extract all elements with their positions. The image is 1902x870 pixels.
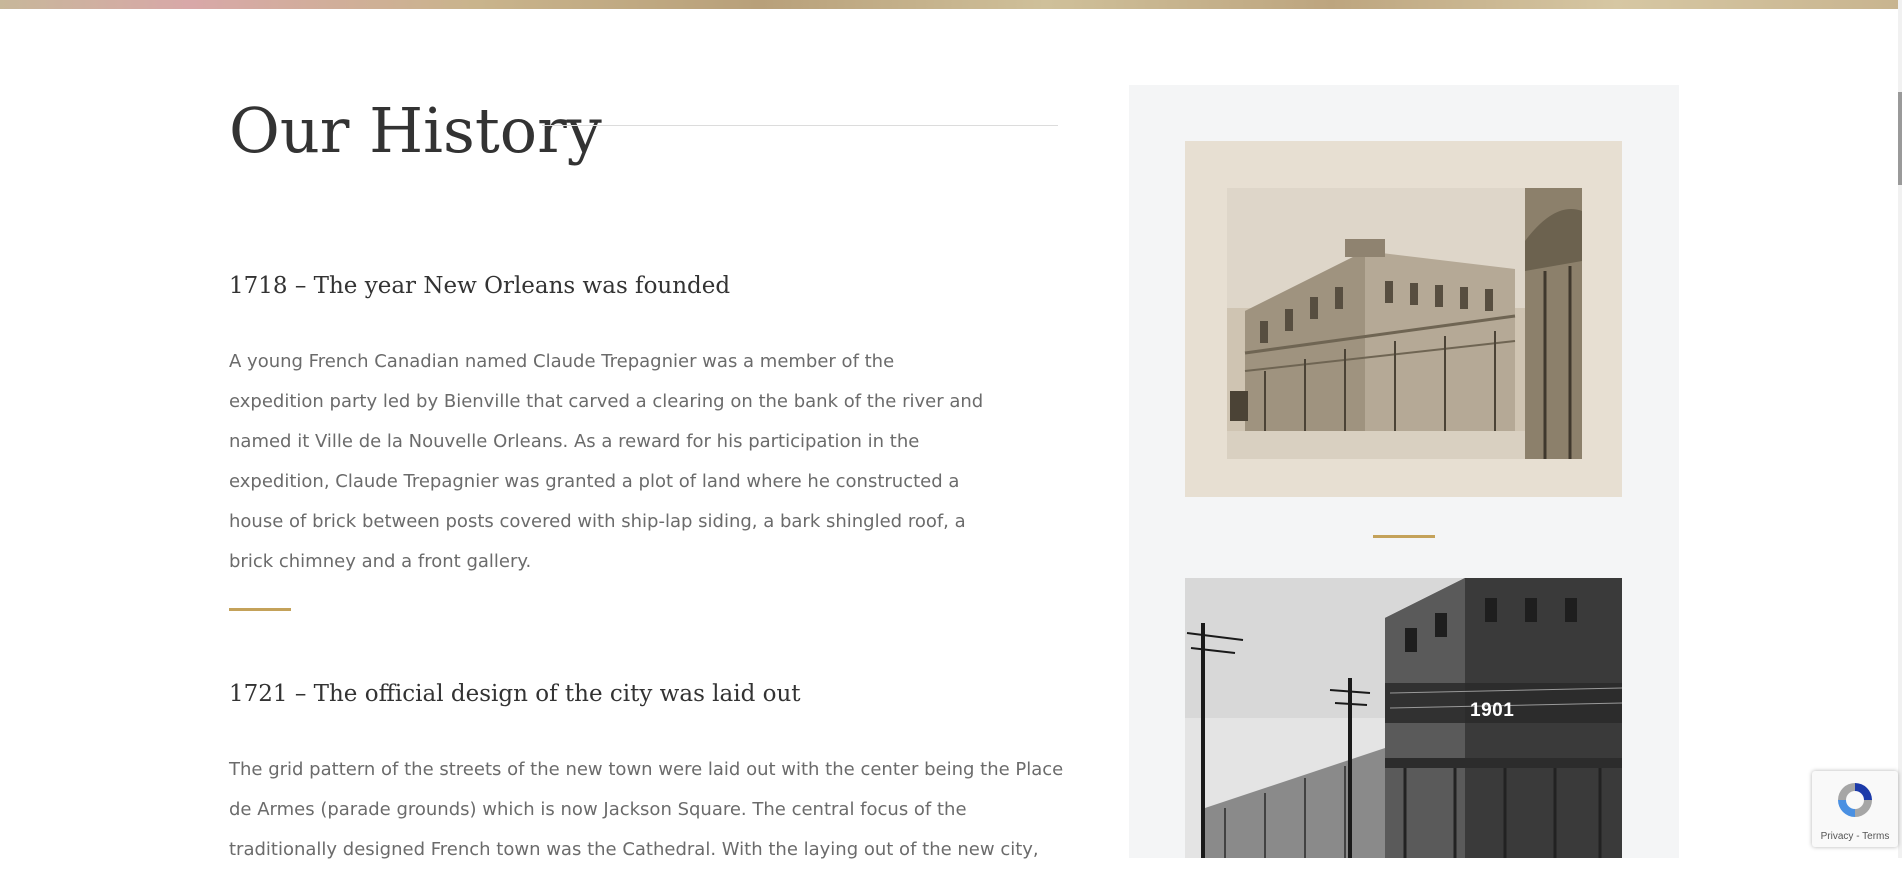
photo-year-caption: 1901 [1470,700,1515,721]
title-divider [542,125,1058,126]
entry-body-1718: A young French Canadian named Claude Tre… [229,342,983,582]
recaptcha-privacy-link[interactable]: Privacy [1821,831,1854,842]
historic-building-photo [1185,141,1622,497]
recaptcha-links: Privacy - Terms [1812,831,1898,842]
scrollbar-thumb[interactable] [1898,92,1902,185]
entry-body-1721: The grid pattern of the streets of the n… [229,750,1063,870]
paragraph-line: traditionally designed French town was t… [229,839,1039,860]
paragraph-line: house of brick between posts covered wit… [229,511,966,532]
recaptcha-terms-link[interactable]: Terms [1862,831,1889,842]
paragraph-line: The grid pattern of the streets of the n… [229,759,1064,780]
paragraph-line: expedition party led by Bienville that c… [229,391,984,412]
recaptcha-icon [1834,779,1876,825]
paragraph-line: brick chimney and a front gallery. [229,551,532,572]
paragraph-line: expedition, Claude Trepagnier was grante… [229,471,960,492]
recaptcha-badge[interactable]: Privacy - Terms [1812,771,1898,847]
entry-separator [229,608,291,611]
entry-heading-1721: 1721 – The official design of the city w… [229,681,801,707]
recaptcha-link-separator: - [1853,831,1863,842]
street-scene-1901-photo [1185,578,1622,858]
paragraph-line: A young French Canadian named Claude Tre… [229,351,895,372]
paragraph-line: named it Ville de la Nouvelle Orleans. A… [229,431,920,452]
photo-separator [1373,535,1435,538]
top-banner-image [0,0,1902,9]
page-title: Our History [229,94,602,167]
paragraph-line: de Armes (parade grounds) which is now J… [229,799,967,820]
entry-heading-1718: 1718 – The year New Orleans was founded [229,273,731,299]
